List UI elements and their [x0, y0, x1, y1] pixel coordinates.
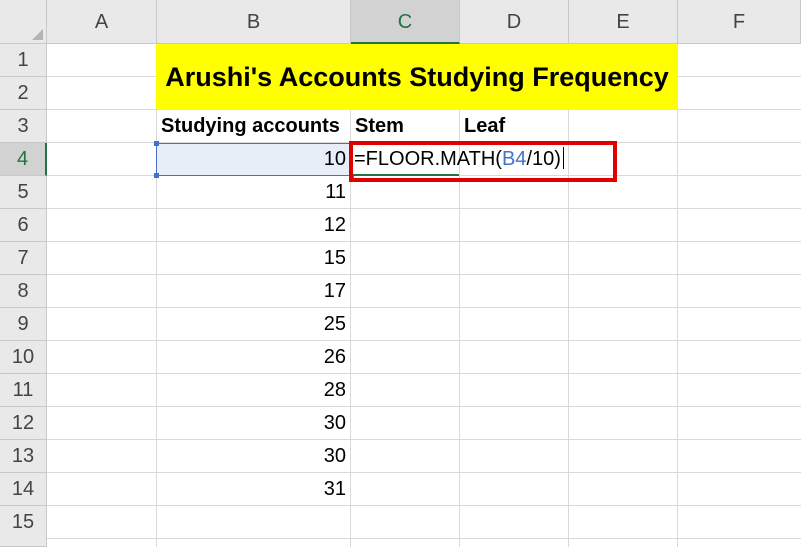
row-header-4[interactable]: 4 — [0, 143, 47, 176]
title-cell[interactable]: Arushi's Accounts Studying Frequency — [156, 44, 678, 110]
row-header-6[interactable]: 6 — [0, 209, 47, 242]
cell-b12[interactable]: 30 — [156, 407, 346, 440]
column-header-e[interactable]: E — [569, 0, 678, 44]
cell-b6[interactable]: 12 — [156, 209, 346, 242]
row-header-8[interactable]: 8 — [0, 275, 47, 308]
header-studying-accounts[interactable]: Studying accounts — [161, 110, 340, 143]
column-header-f[interactable]: F — [678, 0, 801, 44]
spreadsheet-grid: A B C D E F 1 2 3 4 5 6 7 8 9 10 11 12 1… — [0, 0, 801, 547]
gridline — [47, 538, 801, 539]
cell-b8[interactable]: 17 — [156, 275, 346, 308]
header-leaf[interactable]: Leaf — [464, 110, 505, 143]
cell-b14[interactable]: 31 — [156, 473, 346, 506]
cell-b10[interactable]: 26 — [156, 341, 346, 374]
cell-b11[interactable]: 28 — [156, 374, 346, 407]
cell-b4[interactable]: 10 — [156, 143, 346, 176]
row-header-7[interactable]: 7 — [0, 242, 47, 275]
header-stem[interactable]: Stem — [355, 110, 404, 143]
row-header-9[interactable]: 9 — [0, 308, 47, 341]
column-header-b[interactable]: B — [157, 0, 351, 44]
cell-b5[interactable]: 11 — [156, 176, 346, 209]
row-header-12[interactable]: 12 — [0, 407, 47, 440]
row-header-13[interactable]: 13 — [0, 440, 47, 473]
row-header-14[interactable]: 14 — [0, 473, 47, 506]
cell-b13[interactable]: 30 — [156, 440, 346, 473]
column-header-c[interactable]: C — [351, 0, 460, 44]
column-header-a[interactable]: A — [47, 0, 157, 44]
row-header-5[interactable]: 5 — [0, 176, 47, 209]
row-header-1[interactable]: 1 — [0, 44, 47, 77]
formula-highlight-box — [349, 141, 617, 182]
row-header-15[interactable]: 15 — [0, 506, 47, 547]
row-header-3[interactable]: 3 — [0, 110, 47, 143]
select-all-button[interactable] — [0, 0, 47, 44]
select-all-triangle-icon — [32, 29, 43, 40]
title-text: Arushi's Accounts Studying Frequency — [165, 61, 669, 92]
cell-b9[interactable]: 25 — [156, 308, 346, 341]
row-header-2[interactable]: 2 — [0, 77, 47, 110]
column-header-d[interactable]: D — [460, 0, 569, 44]
row-header-11[interactable]: 11 — [0, 374, 47, 407]
row-header-10[interactable]: 10 — [0, 341, 47, 374]
cell-b7[interactable]: 15 — [156, 242, 346, 275]
